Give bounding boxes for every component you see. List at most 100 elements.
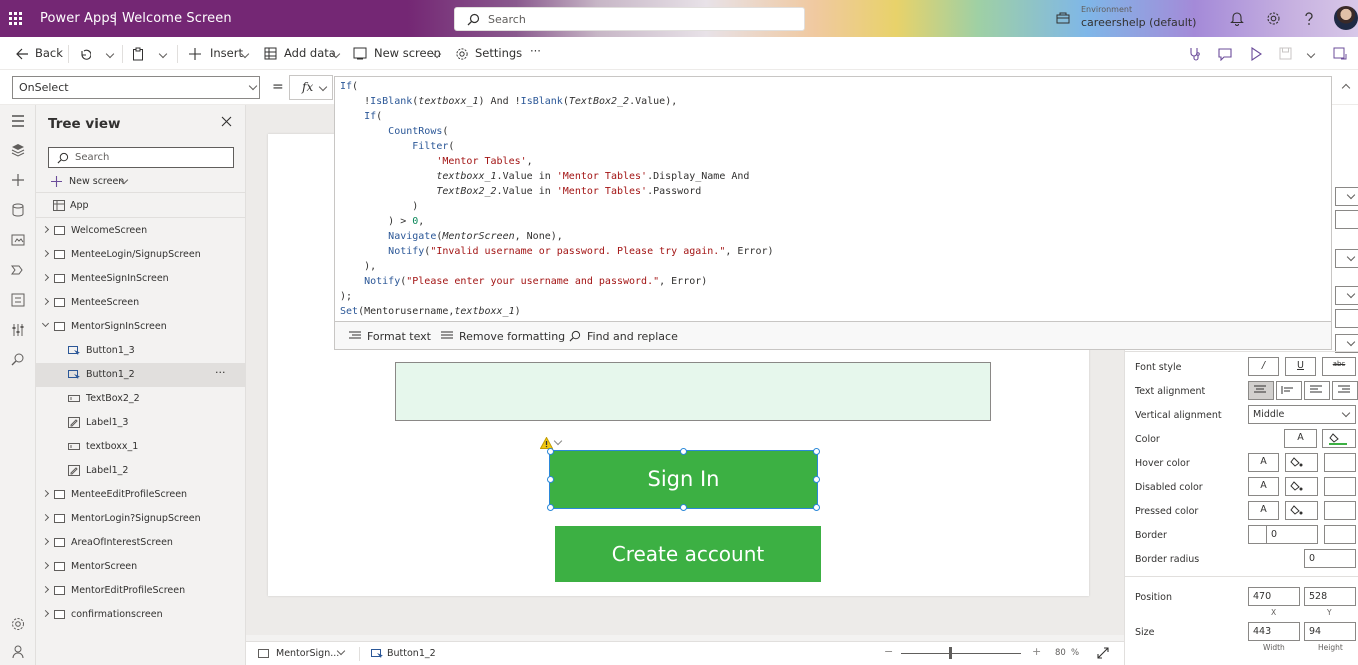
border-color-swatch[interactable] bbox=[1324, 525, 1356, 544]
code-line[interactable]: ) bbox=[340, 199, 1331, 214]
zoom-out-icon[interactable]: − bbox=[884, 645, 893, 658]
tree-item-screen[interactable]: MenteeScreen bbox=[36, 291, 246, 315]
align-center-button[interactable] bbox=[1276, 381, 1302, 400]
resize-handle[interactable] bbox=[813, 504, 820, 511]
remove-formatting-button[interactable]: Remove formatting bbox=[459, 330, 565, 343]
property-dropdown[interactable] bbox=[1335, 187, 1358, 206]
underline-button[interactable]: U bbox=[1285, 357, 1316, 376]
tree-item-screen[interactable]: AreaOfInterestScreen bbox=[36, 531, 246, 555]
resize-handle[interactable] bbox=[680, 448, 687, 455]
tree-item-control[interactable]: TextBox2_2 bbox=[36, 387, 246, 411]
pressed-fill-button[interactable] bbox=[1285, 501, 1318, 520]
code-line[interactable]: Notify("Invalid username or password. Pl… bbox=[340, 244, 1331, 259]
password-textbox[interactable] bbox=[395, 362, 991, 421]
align-right-button[interactable] bbox=[1304, 381, 1330, 400]
waffle-icon[interactable] bbox=[9, 12, 22, 25]
fit-to-window-icon[interactable] bbox=[1097, 647, 1109, 659]
fill-color-button[interactable] bbox=[1322, 429, 1356, 448]
property-dropdown[interactable] bbox=[1335, 249, 1358, 268]
disabled-border-color-swatch[interactable] bbox=[1324, 477, 1356, 496]
width-input[interactable]: 443 bbox=[1248, 622, 1300, 641]
resize-handle[interactable] bbox=[547, 476, 554, 483]
chevron-right-icon[interactable] bbox=[41, 513, 50, 522]
advanced-tools-icon[interactable] bbox=[10, 322, 26, 338]
font-color-button[interactable]: A bbox=[1284, 429, 1317, 448]
search-icon[interactable] bbox=[10, 352, 26, 368]
resize-handle[interactable] bbox=[680, 504, 687, 511]
disabled-fill-button[interactable] bbox=[1285, 477, 1318, 496]
virtual-agent-icon[interactable] bbox=[10, 644, 26, 660]
justify-button[interactable] bbox=[1332, 381, 1358, 400]
add-data-button[interactable]: Add data bbox=[284, 46, 336, 60]
close-icon[interactable] bbox=[221, 116, 232, 127]
tree-item-screen[interactable]: MenteeLogin/SignupScreen bbox=[36, 243, 246, 267]
fx-button[interactable]: fx bbox=[289, 75, 333, 100]
app-name[interactable]: Power Apps bbox=[40, 11, 117, 26]
gear-icon[interactable] bbox=[1266, 11, 1281, 26]
tree-search-input[interactable]: Search bbox=[48, 147, 234, 168]
property-input[interactable] bbox=[1335, 309, 1358, 328]
strikethrough-button[interactable]: abc bbox=[1322, 357, 1356, 376]
data-cylinder-icon[interactable] bbox=[10, 202, 26, 218]
variables-icon[interactable] bbox=[10, 292, 26, 308]
back-button[interactable]: Back bbox=[35, 46, 63, 60]
code-line[interactable]: 'Mentor Tables', bbox=[340, 154, 1331, 169]
property-dropdown[interactable] bbox=[1335, 286, 1358, 305]
resize-handle[interactable] bbox=[813, 448, 820, 455]
avatar[interactable] bbox=[1334, 6, 1358, 30]
tree-item-control[interactable]: Label1_2 bbox=[36, 459, 246, 483]
hover-font-color-button[interactable]: A bbox=[1248, 453, 1279, 472]
code-line[interactable]: Set(Mentorusername,textboxx_1) bbox=[340, 304, 1331, 319]
collapse-formula-chevron-icon[interactable] bbox=[1341, 83, 1351, 93]
environment-icon[interactable] bbox=[1056, 12, 1070, 25]
border-thickness-input[interactable]: 0 bbox=[1266, 525, 1318, 544]
format-text-button[interactable]: Format text bbox=[367, 330, 431, 343]
tree-item-screen[interactable]: MentorScreen bbox=[36, 555, 246, 579]
layers-icon[interactable] bbox=[10, 142, 26, 158]
pressed-border-color-swatch[interactable] bbox=[1324, 501, 1356, 520]
paste-menu-chevron-icon[interactable] bbox=[158, 49, 168, 59]
chevron-right-icon[interactable] bbox=[41, 297, 50, 306]
sign-in-button[interactable]: Sign In bbox=[549, 450, 818, 509]
hover-border-color-swatch[interactable] bbox=[1324, 453, 1356, 472]
chevron-right-icon[interactable] bbox=[41, 537, 50, 546]
border-radius-input[interactable]: 0 bbox=[1304, 549, 1356, 568]
current-screen-selector[interactable]: MentorSign... bbox=[276, 648, 339, 659]
code-line[interactable]: If( bbox=[340, 109, 1331, 124]
property-input[interactable] bbox=[1335, 210, 1358, 229]
chevron-right-icon[interactable] bbox=[41, 609, 50, 618]
code-line[interactable]: !IsBlank(textboxx_1) And !IsBlank(TextBo… bbox=[340, 94, 1331, 109]
chevron-right-icon[interactable] bbox=[41, 489, 50, 498]
tree-item-screen[interactable]: MentorEditProfileScreen bbox=[36, 579, 246, 603]
publish-icon[interactable] bbox=[1333, 47, 1347, 61]
save-chevron-icon[interactable] bbox=[1306, 49, 1316, 59]
comments-icon[interactable] bbox=[1218, 47, 1232, 61]
height-input[interactable]: 94 bbox=[1304, 622, 1356, 641]
code-line[interactable]: Navigate(MentorScreen, None), bbox=[340, 229, 1331, 244]
tree-item-control[interactable]: textboxx_1 bbox=[36, 435, 246, 459]
play-preview-icon[interactable] bbox=[1250, 47, 1262, 61]
chevron-right-icon[interactable] bbox=[41, 585, 50, 594]
undo-icon[interactable] bbox=[79, 48, 91, 60]
resize-handle[interactable] bbox=[547, 504, 554, 511]
hover-fill-button[interactable] bbox=[1285, 453, 1318, 472]
position-x-input[interactable]: 470 bbox=[1248, 587, 1300, 606]
settings-gear-icon[interactable] bbox=[10, 616, 26, 632]
more-options-button[interactable]: ··· bbox=[215, 366, 226, 379]
align-left-button[interactable] bbox=[1248, 381, 1274, 400]
chevron-right-icon[interactable] bbox=[41, 561, 50, 570]
tree-item-control[interactable]: Button1_2 ··· bbox=[36, 363, 246, 387]
code-line[interactable]: ), bbox=[340, 259, 1331, 274]
code-line[interactable]: textboxx_1.Value in 'Mentor Tables'.Disp… bbox=[340, 169, 1331, 184]
chevron-right-icon[interactable] bbox=[41, 225, 50, 234]
app-checker-stethoscope-icon[interactable] bbox=[1188, 47, 1202, 61]
new-screen-tree-button[interactable]: New screen bbox=[48, 174, 158, 190]
global-search-input[interactable]: Search bbox=[454, 7, 805, 31]
vertical-alignment-dropdown[interactable]: Middle bbox=[1248, 405, 1356, 424]
current-control-label[interactable]: Button1_2 bbox=[387, 648, 436, 659]
tree-item-screen[interactable]: confirmationscreen bbox=[36, 603, 246, 627]
tree-item-screen[interactable]: MenteeEditProfileScreen bbox=[36, 483, 246, 507]
find-replace-button[interactable]: Find and replace bbox=[587, 330, 678, 343]
create-account-button[interactable]: Create account bbox=[555, 526, 821, 582]
paste-icon[interactable] bbox=[132, 47, 144, 61]
